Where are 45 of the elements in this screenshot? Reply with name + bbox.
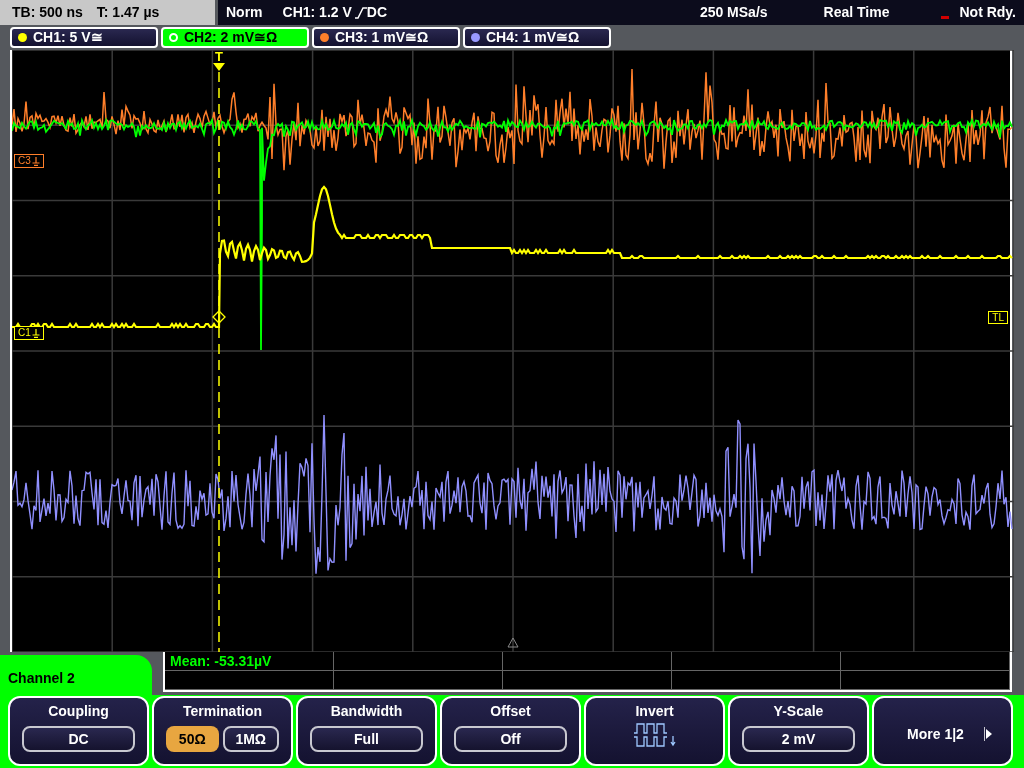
softkey-title: Invert — [635, 704, 674, 718]
down-arrow-icon — [213, 63, 225, 71]
softkey[interactable]: Coupling DC — [8, 696, 149, 766]
center-triangle-icon — [507, 637, 519, 648]
softkey[interactable]: More 1|2 — [872, 696, 1013, 766]
softkey-value[interactable]: Off — [454, 726, 567, 752]
trigger-coupling: DC — [366, 3, 388, 22]
menu-title: Channel 2 — [8, 669, 75, 688]
trigger-source: CH1: 1.2 V — [282, 3, 352, 22]
rising-edge-icon — [354, 6, 367, 19]
softkey-title: Y-Scale — [773, 704, 824, 718]
channel-tab[interactable]: CH4: 1 mV≅Ω — [463, 27, 611, 48]
softkey-title: Coupling — [48, 704, 109, 718]
measurement-value: Mean: -53.31µV — [170, 651, 272, 671]
acquisition-mode: Real Time — [823, 3, 890, 22]
trigger-level-marker: TL — [988, 311, 1008, 324]
channel-tab[interactable]: CH1: 5 V≅ — [10, 27, 158, 48]
channel-tab[interactable]: CH3: 1 mV≅Ω — [312, 27, 460, 48]
acquisition-state: Not Rdy. — [959, 3, 1016, 22]
right-arrow-icon — [983, 727, 992, 741]
channel-tab[interactable]: CH2: 2 mV≅Ω — [161, 27, 309, 48]
softkey[interactable]: Termination 50Ω 1MΩ — [152, 696, 293, 766]
trigger-point-icon — [212, 310, 226, 324]
softkey-title: Bandwidth — [330, 704, 403, 718]
channel-marker-label: C3 — [18, 156, 31, 166]
invert-square-wave-icon — [632, 722, 677, 748]
softkey-value[interactable]: DC — [22, 726, 135, 752]
softkey-title: Termination — [182, 704, 263, 718]
softkey-value[interactable]: 2 mV — [742, 726, 855, 752]
softkey-value[interactable]: Full — [310, 726, 423, 752]
channel-marker-label: C1 — [18, 328, 31, 338]
status-indicator-icon — [941, 16, 950, 19]
trigger-marker-label: T — [215, 50, 223, 63]
softkey[interactable]: Offset Off — [440, 696, 581, 766]
termination-option[interactable]: 1MΩ — [222, 726, 279, 752]
more-label: More 1|2 — [907, 724, 964, 744]
trigger-mode: Norm — [226, 3, 263, 22]
softkey-title: Offset — [490, 704, 531, 718]
softkey[interactable]: Y-Scale 2 mV — [728, 696, 869, 766]
termination-option[interactable]: 50Ω — [166, 726, 219, 752]
softkey[interactable]: Invert — [584, 696, 725, 766]
softkey[interactable]: Bandwidth Full — [296, 696, 437, 766]
timebase-label: TB: 500 ns — [12, 3, 83, 22]
trigger-time-label: T: 1.47 µs — [96, 3, 160, 22]
sample-rate: 250 MSa/s — [699, 3, 768, 22]
